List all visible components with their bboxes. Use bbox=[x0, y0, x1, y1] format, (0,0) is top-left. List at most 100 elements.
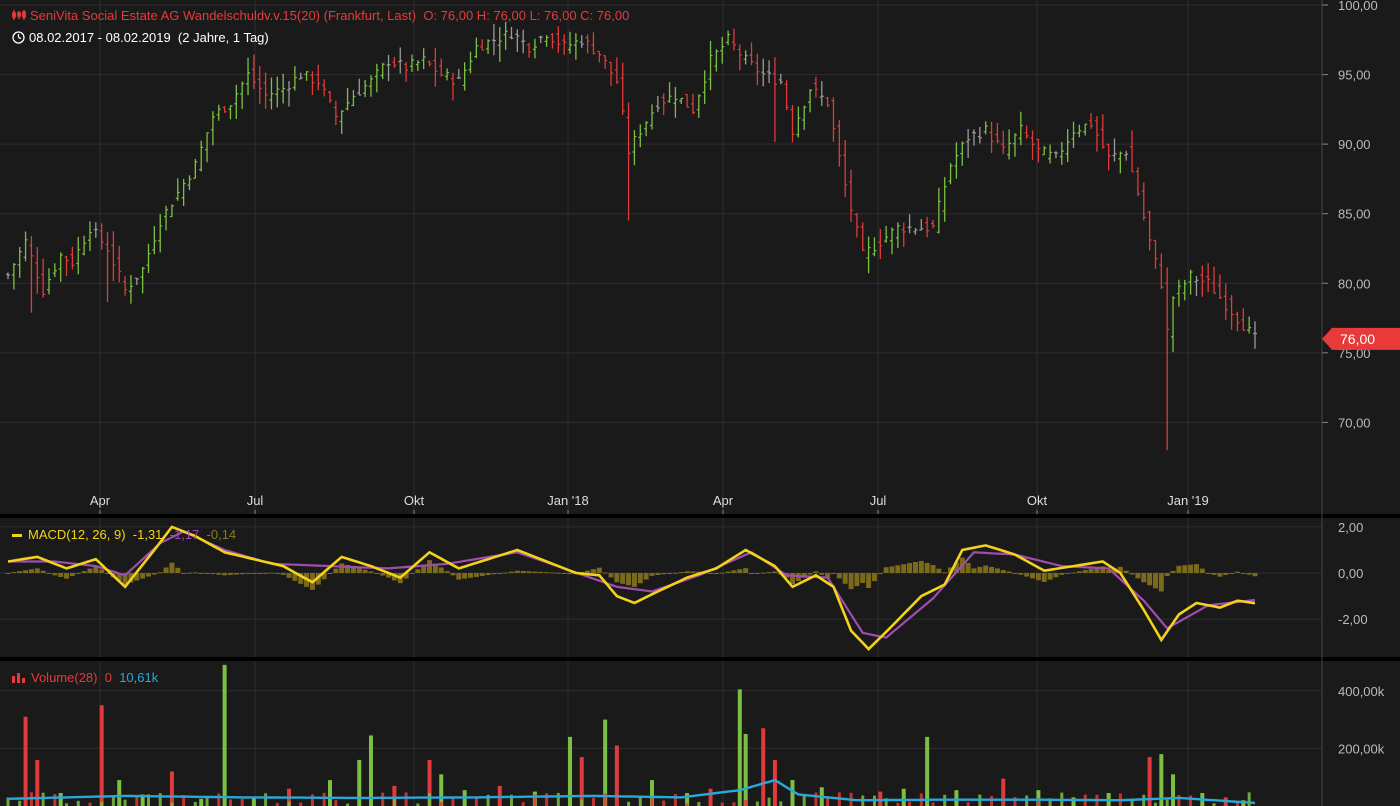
macd-histogram-bar bbox=[1158, 573, 1164, 592]
volume-bar[interactable] bbox=[1247, 792, 1251, 806]
volume-bar[interactable] bbox=[264, 793, 268, 806]
volume-bar[interactable] bbox=[392, 798, 396, 806]
volume-bar[interactable] bbox=[451, 797, 455, 806]
macd-histogram-bar bbox=[813, 571, 819, 574]
volume-bar[interactable] bbox=[369, 794, 373, 806]
volume-bar[interactable] bbox=[88, 802, 92, 806]
volume-bar[interactable] bbox=[23, 716, 28, 806]
volume-bar[interactable] bbox=[908, 801, 912, 806]
volume-bar[interactable] bbox=[990, 796, 994, 806]
volume-bar[interactable] bbox=[761, 728, 766, 806]
x-tick-label: Jul bbox=[870, 493, 887, 508]
macd-histogram-bar bbox=[532, 571, 538, 574]
macd-histogram-bar bbox=[5, 573, 11, 575]
volume-bar[interactable] bbox=[966, 802, 970, 806]
volume-bar[interactable] bbox=[322, 792, 326, 806]
macd-histogram-bar bbox=[204, 573, 210, 575]
volume-bar[interactable] bbox=[310, 794, 314, 806]
volume-bar[interactable] bbox=[1171, 774, 1176, 806]
volume-bar[interactable] bbox=[1165, 799, 1169, 806]
volume-bar[interactable] bbox=[521, 802, 525, 806]
x-tick-label: Jul bbox=[247, 493, 264, 508]
volume-bar[interactable] bbox=[1224, 802, 1228, 806]
volume-bar[interactable] bbox=[901, 788, 906, 806]
volume-bar[interactable] bbox=[720, 802, 724, 806]
volume-bar[interactable] bbox=[117, 780, 122, 806]
macd-histogram-bar bbox=[362, 569, 368, 574]
macd-histogram-bar bbox=[1193, 564, 1199, 574]
volume-bar[interactable] bbox=[158, 793, 162, 806]
macd-histogram-bar bbox=[169, 562, 175, 574]
volume-bar[interactable] bbox=[327, 780, 332, 806]
volume-bar[interactable] bbox=[697, 802, 701, 806]
volume-bar[interactable] bbox=[814, 792, 818, 806]
volume-bar[interactable] bbox=[931, 802, 935, 806]
macd-histogram-bar bbox=[1082, 570, 1088, 574]
volume-bar[interactable] bbox=[772, 759, 777, 806]
volume-bar[interactable] bbox=[790, 796, 794, 806]
volume-bar[interactable] bbox=[428, 793, 432, 806]
volume-bar[interactable] bbox=[568, 799, 572, 806]
volume-bar[interactable] bbox=[404, 792, 408, 806]
volume-bar[interactable] bbox=[123, 799, 127, 806]
volume-bar[interactable] bbox=[222, 664, 227, 806]
macd-histogram-bar bbox=[175, 567, 181, 574]
volume-bar[interactable] bbox=[732, 802, 736, 806]
volume-bar[interactable] bbox=[217, 793, 221, 806]
macd-legend: MACD(12, 26, 9) -1,31 -1,17 -0,14 bbox=[12, 527, 236, 542]
volume-bar[interactable] bbox=[381, 792, 385, 806]
macd-swatch-icon bbox=[12, 534, 22, 538]
volume-bar[interactable] bbox=[603, 719, 608, 806]
volume-bar[interactable] bbox=[439, 802, 443, 806]
macd-histogram-bar bbox=[555, 572, 561, 574]
volume-bar[interactable] bbox=[580, 799, 584, 806]
chart-header: SeniVita Social Estate AG Wandelschuldv.… bbox=[12, 8, 629, 24]
volume-bar[interactable] bbox=[18, 800, 22, 806]
volume-bar[interactable] bbox=[287, 801, 291, 806]
volume-bar[interactable] bbox=[1189, 795, 1193, 806]
volume-bar[interactable] bbox=[556, 792, 560, 806]
volume-bar[interactable] bbox=[743, 734, 748, 806]
volume-bar[interactable] bbox=[170, 802, 174, 806]
volume-bar[interactable] bbox=[673, 793, 677, 806]
volume-bar[interactable] bbox=[744, 800, 748, 806]
volume-bar[interactable] bbox=[240, 798, 244, 806]
volume-bar[interactable] bbox=[662, 800, 666, 806]
volume-bar[interactable] bbox=[463, 793, 467, 806]
volume-bar[interactable] bbox=[650, 796, 654, 806]
volume-bar[interactable] bbox=[615, 798, 619, 806]
volume-bar[interactable] bbox=[199, 798, 204, 806]
volume-bar[interactable] bbox=[205, 797, 209, 806]
volume-bar[interactable] bbox=[638, 796, 642, 806]
volume-bar[interactable] bbox=[58, 793, 63, 806]
macd-histogram-bar bbox=[81, 571, 87, 574]
volume-bar[interactable] bbox=[802, 795, 806, 806]
volume-bar[interactable] bbox=[545, 793, 549, 806]
ohlc-values: O: 76,00 H: 76,00 L: 76,00 C: 76,00 bbox=[423, 8, 630, 23]
volume-bar[interactable] bbox=[299, 802, 303, 806]
volume-bar[interactable] bbox=[53, 793, 57, 806]
volume-bar[interactable] bbox=[41, 792, 45, 806]
volume-bar[interactable] bbox=[925, 736, 930, 806]
volume-bar[interactable] bbox=[878, 791, 883, 806]
volume-bar[interactable] bbox=[755, 801, 759, 806]
volume-bar[interactable] bbox=[99, 705, 104, 806]
volume-bar[interactable] bbox=[779, 801, 783, 806]
volume-bar[interactable] bbox=[579, 757, 584, 806]
volume-bar[interactable] bbox=[334, 800, 338, 806]
macd-histogram-bar bbox=[602, 572, 608, 574]
volume-bar[interactable] bbox=[228, 799, 232, 806]
volume-bar[interactable] bbox=[591, 797, 595, 806]
volume-bar[interactable] bbox=[767, 797, 771, 806]
volume-bar[interactable] bbox=[737, 689, 742, 806]
volume-bar[interactable] bbox=[193, 802, 197, 806]
volume-bar[interactable] bbox=[100, 801, 104, 806]
volume-bar[interactable] bbox=[439, 774, 444, 806]
volume-bar[interactable] bbox=[169, 771, 174, 806]
volume-bar[interactable] bbox=[357, 800, 361, 806]
volume-bar[interactable] bbox=[1013, 797, 1017, 806]
macd-histogram-bar bbox=[614, 573, 620, 583]
volume-bar[interactable] bbox=[627, 801, 631, 806]
macd-histogram-bar bbox=[678, 572, 684, 574]
volume-bar[interactable] bbox=[76, 800, 80, 806]
